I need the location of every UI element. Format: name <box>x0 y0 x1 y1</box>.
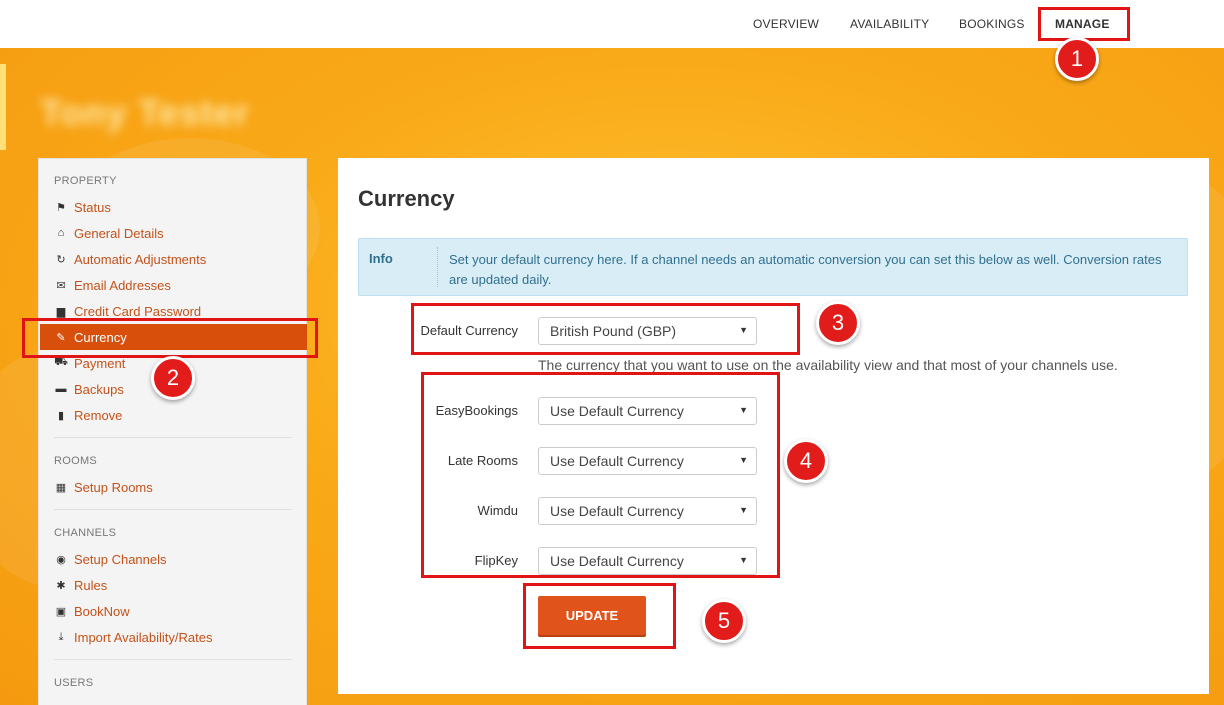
sidebar-item-backups[interactable]: ▬ Backups <box>54 379 124 399</box>
gift-icon: ▣ <box>55 605 67 618</box>
highlight-box-default-currency <box>411 303 800 355</box>
sidebar-divider <box>54 437 292 438</box>
lock-icon: ▆ <box>56 305 66 318</box>
sidebar-item-label: General Details <box>74 225 164 241</box>
sidebar-item-automatic-adjustments[interactable]: ↻ Automatic Adjustments <box>54 249 206 269</box>
highlight-box-manage <box>1038 7 1130 41</box>
sidebar-heading-channels: CHANNELS <box>54 527 117 539</box>
annotation-badge-4: 4 <box>784 439 828 483</box>
refresh-icon: ↻ <box>56 253 66 266</box>
info-separator <box>437 247 438 287</box>
hero-accent-line <box>0 64 6 150</box>
sidebar-item-email-addresses[interactable]: ✉ Email Addresses <box>54 275 171 295</box>
hdd-icon: ▬ <box>55 383 67 395</box>
highlight-box-currency <box>22 318 318 358</box>
sidebar-item-label: Automatic Adjustments <box>74 251 207 267</box>
sidebar-item-label: BookNow <box>74 603 130 619</box>
sidebar-item-label: Rules <box>74 577 108 593</box>
sidebar-heading-rooms: ROOMS <box>54 455 98 467</box>
grid-icon: ▦ <box>55 481 67 494</box>
globe-icon: ◉ <box>56 553 66 566</box>
sidebar-item-label: Import Availability/Rates <box>74 629 213 645</box>
import-icon: ⤓ <box>58 630 64 643</box>
nav-overview[interactable]: OVERVIEW <box>753 17 819 31</box>
sidebar-item-general-details[interactable]: ⌂ General Details <box>54 223 164 243</box>
annotation-badge-5: 5 <box>702 599 746 643</box>
sidebar-heading-users: USERS <box>54 677 94 689</box>
sidebar-item-remove[interactable]: ▮ Remove <box>54 405 122 425</box>
cart-icon: ⛟ <box>54 356 68 368</box>
nav-bookings[interactable]: BOOKINGS <box>959 17 1025 31</box>
sidebar-item-rules[interactable]: ✱ Rules <box>54 575 107 595</box>
info-label: Info <box>369 251 393 266</box>
sidebar-item-label: Status <box>74 199 111 215</box>
info-text: Set your default currency here. If a cha… <box>449 252 1162 287</box>
sidebar-item-label: Remove <box>74 407 123 423</box>
sidebar-item-label: Setup Channels <box>74 551 167 567</box>
home-icon: ⌂ <box>57 227 65 239</box>
envelope-icon: ✉ <box>56 279 66 292</box>
sidebar-item-status[interactable]: ⚑ Status <box>54 197 111 217</box>
annotation-badge-1: 1 <box>1055 37 1099 81</box>
sidebar-item-label: Backups <box>74 381 124 397</box>
property-name: Tony Tester <box>40 92 250 133</box>
highlight-box-channels <box>421 372 780 578</box>
sidebar-heading-property: PROPERTY <box>54 175 117 187</box>
sidebar-item-import-availability-rates[interactable]: ⤓ Import Availability/Rates <box>54 627 213 647</box>
trash-icon: ▮ <box>57 409 65 422</box>
page-title: Currency <box>358 186 455 211</box>
sidebar-item-label: Email Addresses <box>74 277 171 293</box>
info-alert: Info Set your default currency here. If … <box>358 238 1188 296</box>
default-currency-help: The currency that you want to use on the… <box>538 357 1118 373</box>
highlight-box-update <box>523 583 676 649</box>
annotation-badge-3: 3 <box>816 301 860 345</box>
sidebar: PROPERTY ⚑ Status ⌂ General Details ↻ Au… <box>38 158 307 705</box>
sidebar-item-setup-channels[interactable]: ◉ Setup Channels <box>54 549 167 569</box>
sidebar-item-label: Setup Rooms <box>74 479 153 495</box>
sidebar-item-booknow[interactable]: ▣ BookNow <box>54 601 130 621</box>
asterisk-icon: ✱ <box>56 579 66 592</box>
annotation-badge-2: 2 <box>151 356 195 400</box>
sidebar-item-label: Credit Card Password <box>74 303 202 319</box>
sidebar-divider <box>54 659 292 660</box>
flag-icon: ⚑ <box>56 201 66 214</box>
sidebar-divider <box>54 509 292 510</box>
sidebar-item-setup-rooms[interactable]: ▦ Setup Rooms <box>54 477 153 497</box>
nav-availability[interactable]: AVAILABILITY <box>850 17 929 31</box>
